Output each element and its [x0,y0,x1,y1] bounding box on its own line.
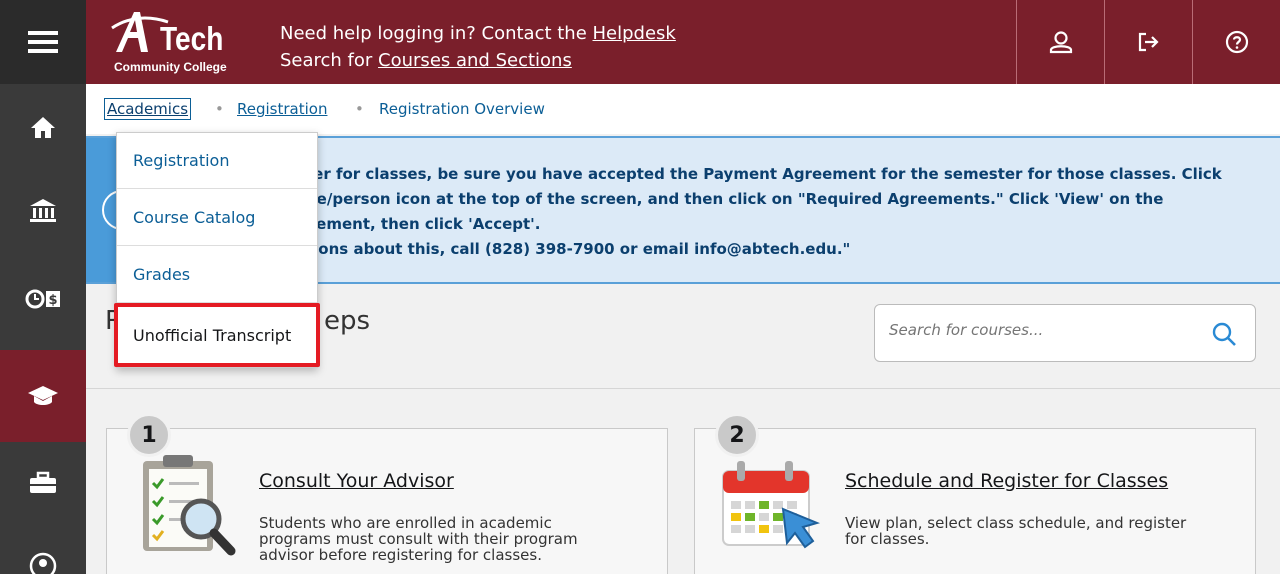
academics-dropdown-menu: Registration Course Catalog Grades Unoff… [114,132,320,368]
breadcrumb: Academics • Registration • Registration … [86,84,1280,134]
briefcase-icon [30,471,56,493]
abtech-logo[interactable]: Tech Community College AB [108,6,238,80]
clipboard-magnifier-icon [143,455,236,556]
breadcrumb-academics[interactable]: Academics [104,98,192,120]
step-card-consult-advisor: 1 Consult Your Advisor Students who are … [106,413,668,574]
breadcrumb-separator: • [355,100,364,118]
step-title[interactable]: Schedule and Register for Classes [845,470,1168,492]
profile-button[interactable] [1016,0,1104,84]
menu-item-unofficial-transcript[interactable]: Unofficial Transcript [114,303,320,367]
nav-academics[interactable] [0,350,86,442]
svg-text:$: $ [48,293,57,308]
menu-item-course-catalog[interactable]: Course Catalog [117,190,317,246]
logo-subtitle: Community College [114,60,227,74]
step-card-schedule-register: 2 Schedule and Register for Classes View… [694,413,1256,574]
time-money-icon: $ [25,289,60,309]
hamburger-icon [28,31,58,53]
divider [86,388,1280,389]
top-header: Tech Community College AB Need help logg… [86,0,1280,84]
breadcrumb-separator: • [215,100,224,118]
course-search-input[interactable] [889,321,1189,339]
logo-wordmark: Tech [160,20,224,57]
step-description: View plan, select class schedule, and re… [845,514,1187,548]
sign-out-button[interactable] [1104,0,1192,84]
calendar-cursor-icon [722,461,821,549]
user-icon [1049,31,1072,54]
graduation-cap-icon [28,386,58,405]
breadcrumb-registration[interactable]: Registration [237,100,327,118]
help-button[interactable] [1192,0,1280,84]
user-circle-icon [29,552,57,574]
nav-profile[interactable] [0,552,86,574]
home-icon [31,117,55,138]
bank-icon [30,199,56,222]
side-nav-rail: $ [0,0,86,574]
notice-text: ter for classes, be sure you have accept… [306,165,1222,258]
sign-out-icon [1138,32,1159,52]
menu-item-grades[interactable]: Grades [117,247,317,303]
search-icon[interactable] [1211,321,1237,347]
nav-banking[interactable] [0,180,86,242]
course-search [874,304,1256,362]
step-title[interactable]: Consult Your Advisor [259,470,454,492]
nav-home[interactable] [0,96,86,158]
courses-sections-link[interactable]: Courses and Sections [378,50,572,71]
question-circle-icon [1225,30,1248,54]
menu-item-registration[interactable]: Registration [117,133,317,189]
helpdesk-link[interactable]: Helpdesk [593,23,676,44]
step-number: 2 [715,413,759,457]
menu-button[interactable] [0,0,86,84]
nav-finance[interactable]: $ [0,268,86,330]
nav-employment[interactable] [0,452,86,514]
help-text: Need help logging in? Contact the Helpde… [280,23,676,71]
step-description: Students who are enrolled in academic pr… [259,514,578,564]
breadcrumb-registration-overview: Registration Overview [379,100,545,118]
